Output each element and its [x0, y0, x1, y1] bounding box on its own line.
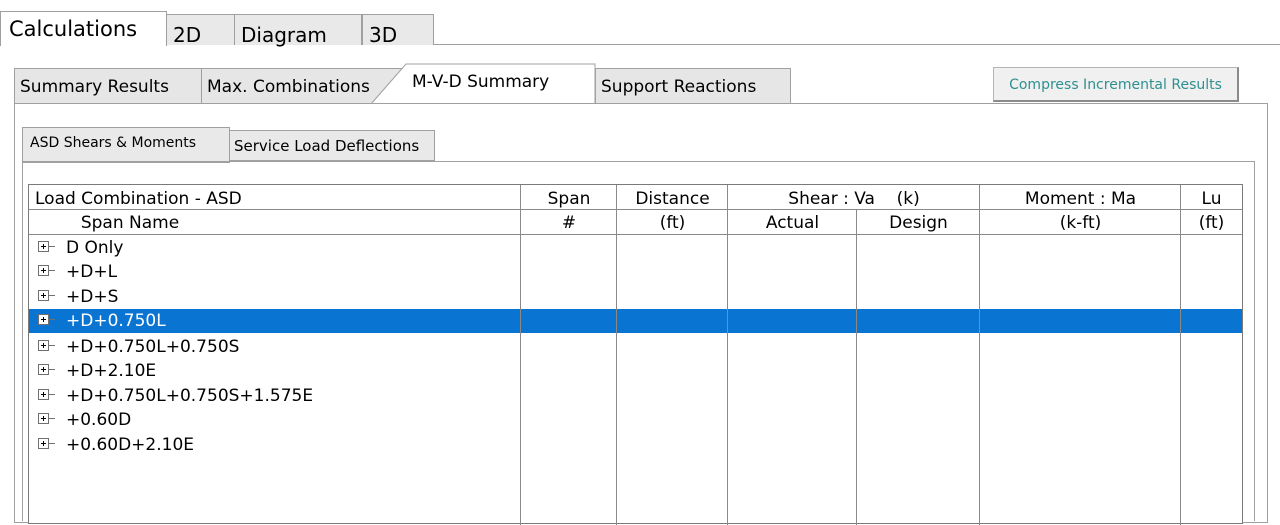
expand-icon[interactable] — [38, 290, 49, 301]
tree-row[interactable]: D Only — [29, 236, 1242, 260]
header-span-number[interactable]: # — [521, 211, 617, 235]
header-span[interactable]: Span — [521, 187, 617, 211]
header-design[interactable]: Design — [857, 211, 980, 235]
tab-asd-shears-moments[interactable]: ASD Shears & Moments — [22, 127, 230, 163]
row-label: +0.60D+2.10E — [66, 435, 195, 455]
compress-incremental-results-button[interactable]: Compress Incremental Results — [993, 67, 1239, 102]
row-label: +D+2.10E — [66, 361, 157, 381]
row-label: +D+0.750L+0.750S — [66, 337, 240, 357]
header-shear[interactable]: Shear : Va (k) — [728, 187, 980, 211]
header-actual[interactable]: Actual — [728, 211, 857, 235]
header-distance[interactable]: Distance — [617, 187, 728, 211]
tree-row[interactable]: +D+2.10E — [29, 359, 1242, 383]
tree-row[interactable]: +D+S — [29, 285, 1242, 309]
header-bottom-divider — [29, 234, 1242, 235]
header-distance-unit[interactable]: (ft) — [617, 211, 728, 235]
tab-summary-results[interactable]: Summary Results — [14, 68, 202, 104]
tab-support-reactions[interactable]: Support Reactions — [595, 68, 791, 104]
tree-row[interactable]: +D+L — [29, 260, 1242, 284]
tree-connector — [49, 369, 55, 370]
mvd-results-grid: Load Combination - ASD Span Distance She… — [28, 184, 1243, 525]
tree-row[interactable]: +0.60D+2.10E — [29, 433, 1242, 457]
tab-diagram[interactable]: Diagram — [234, 14, 362, 47]
header-lu[interactable]: Lu — [1181, 187, 1242, 211]
tree-row[interactable]: +D+0.750L+0.750S — [29, 335, 1242, 359]
row-label: +D+0.750L — [66, 311, 166, 331]
tab-mvd-summary[interactable]: M-V-D Summary — [412, 63, 592, 103]
tab-2d[interactable]: 2D — [166, 14, 236, 47]
expand-icon[interactable] — [38, 413, 49, 424]
expand-icon[interactable] — [38, 265, 49, 276]
tree-connector — [49, 394, 55, 395]
column-divider — [520, 185, 521, 525]
tree-row-selected[interactable]: +D+0.750L — [29, 309, 1242, 333]
header-moment-unit[interactable]: (k-ft) — [980, 211, 1181, 235]
sub-panel-right-border — [1254, 161, 1255, 521]
row-label: +D+0.750L+0.750S+1.575E — [66, 386, 314, 406]
header-span-name[interactable]: Span Name — [29, 211, 231, 235]
header-load-combination[interactable]: Load Combination - ASD — [35, 187, 242, 211]
sub-panel-left-border — [22, 161, 23, 521]
tree-row[interactable]: +0.60D — [29, 408, 1242, 432]
column-divider — [856, 209, 857, 525]
column-divider — [727, 185, 728, 525]
header-lu-unit[interactable]: (ft) — [1181, 211, 1242, 235]
column-divider — [979, 185, 980, 525]
tree-connector — [49, 345, 55, 346]
expand-icon[interactable] — [38, 314, 49, 325]
tree-connector — [49, 246, 55, 247]
tree-connector — [49, 270, 55, 271]
header-moment[interactable]: Moment : Ma — [980, 187, 1181, 211]
column-divider — [616, 185, 617, 525]
sub-tab-strip-line — [22, 161, 1255, 162]
tab-service-load-deflections[interactable]: Service Load Deflections — [229, 130, 435, 161]
expand-icon[interactable] — [38, 241, 49, 252]
expand-icon[interactable] — [38, 438, 49, 449]
row-label: +D+S — [66, 287, 119, 307]
column-divider — [1180, 185, 1181, 525]
row-label: D Only — [66, 238, 124, 258]
tab-calculations[interactable]: Calculations — [0, 11, 167, 46]
tree-connector — [49, 443, 55, 444]
expand-icon[interactable] — [38, 389, 49, 400]
tab-3d[interactable]: 3D — [362, 14, 434, 47]
tree-connector — [49, 418, 55, 419]
expand-icon[interactable] — [38, 340, 49, 351]
expand-icon[interactable] — [38, 364, 49, 375]
row-label: +0.60D — [66, 410, 132, 430]
row-label: +D+L — [66, 262, 118, 282]
tree-row[interactable]: +D+0.750L+0.750S+1.575E — [29, 384, 1242, 408]
header-divider — [29, 209, 1242, 210]
tree-connector — [49, 295, 55, 296]
tree-connector — [49, 319, 55, 320]
